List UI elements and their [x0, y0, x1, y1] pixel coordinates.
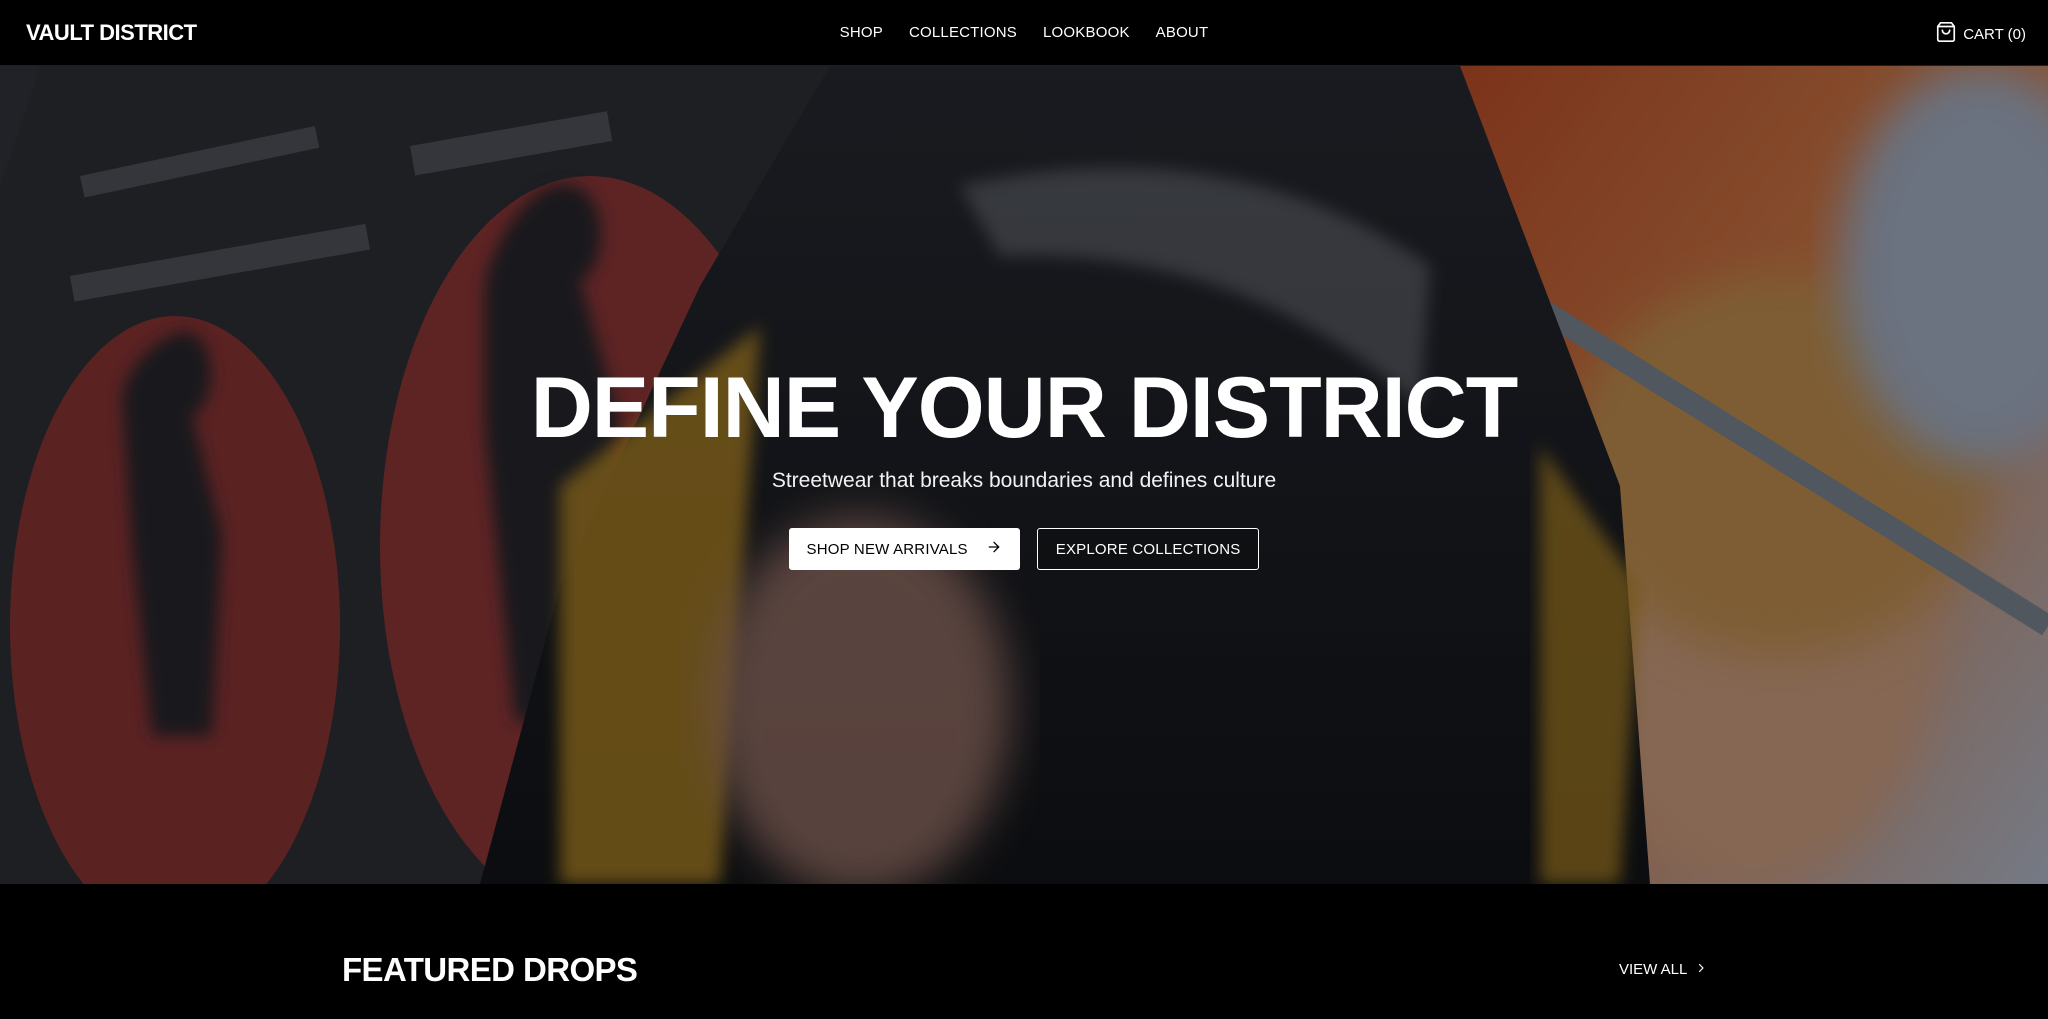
hero-subtitle: Streetwear that breaks boundaries and de… [771, 469, 1277, 492]
hero-section: DEFINE YOUR DISTRICT Streetwear that bre… [0, 66, 2048, 884]
view-all-link[interactable]: VIEW ALL [1619, 960, 1707, 980]
featured-drops-title: FEATURED DROPS [342, 951, 638, 988]
cart-button[interactable]: CART (0) [1935, 21, 2026, 48]
shopping-bag-icon [1935, 21, 1957, 48]
hero-content: DEFINE YOUR DISTRICT Streetwear that bre… [0, 362, 2048, 570]
main-nav: SHOP COLLECTIONS LOOKBOOK ABOUT [0, 23, 2048, 43]
nav-link-about[interactable]: ABOUT [1156, 23, 1209, 43]
featured-drops-section: FEATURED DROPS VIEW ALL [0, 884, 2048, 1019]
explore-collections-button[interactable]: EXPLORE COLLECTIONS [1036, 528, 1260, 570]
arrow-right-icon [986, 539, 1002, 559]
nav-link-lookbook[interactable]: LOOKBOOK [1043, 23, 1130, 43]
shop-new-arrivals-label: SHOP NEW ARRIVALS [806, 540, 968, 558]
view-all-label: VIEW ALL [1619, 961, 1688, 978]
chevron-right-icon [1695, 960, 1707, 980]
cart-label: CART (0) [1963, 25, 2026, 43]
explore-collections-label: EXPLORE COLLECTIONS [1055, 540, 1241, 558]
hero-buttons: SHOP NEW ARRIVALS EXPLORE COLLECTIONS [0, 528, 2048, 570]
nav-link-shop[interactable]: SHOP [840, 23, 883, 43]
hero-title: DEFINE YOUR DISTRICT [530, 360, 1519, 456]
top-navigation: VAULT DISTRICT SHOP COLLECTIONS LOOKBOOK… [0, 0, 2048, 66]
shop-new-arrivals-button[interactable]: SHOP NEW ARRIVALS [788, 528, 1020, 570]
nav-link-collections[interactable]: COLLECTIONS [909, 23, 1017, 43]
